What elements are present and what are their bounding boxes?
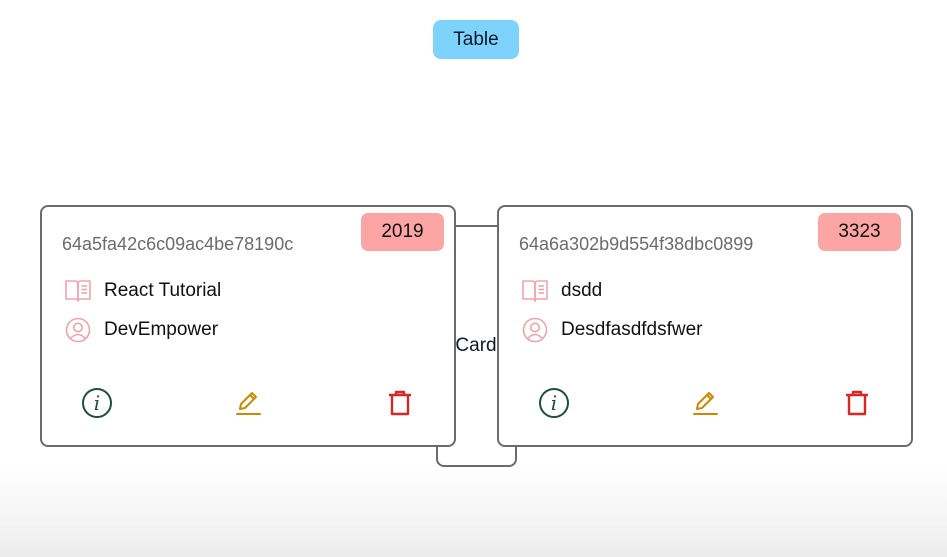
table-view-button[interactable]: Table bbox=[433, 20, 519, 59]
book-card: 3323 64a6a302b9d554f38dbc0899 dsdd Desdf… bbox=[497, 205, 913, 447]
publish-year-badge: 2019 bbox=[361, 213, 444, 251]
book-author: DevEmpower bbox=[104, 319, 219, 340]
book-author-row: Desdfasdfdsfwer bbox=[521, 316, 703, 344]
book-title-row: dsdd bbox=[521, 277, 602, 305]
book-title: dsdd bbox=[561, 280, 603, 301]
trash-icon[interactable] bbox=[382, 385, 418, 421]
info-circle-icon[interactable]: i bbox=[79, 385, 115, 421]
card-actions: i bbox=[42, 385, 454, 421]
svg-text:i: i bbox=[94, 391, 100, 415]
info-circle-icon[interactable]: i bbox=[536, 385, 572, 421]
book-title: React Tutorial bbox=[104, 280, 222, 301]
book-title-row: React Tutorial bbox=[64, 277, 221, 305]
publish-year-badge: 3323 bbox=[818, 213, 901, 251]
pencil-icon[interactable] bbox=[687, 385, 723, 421]
book-id: 64a6a302b9d554f38dbc0899 bbox=[519, 234, 754, 254]
trash-icon[interactable] bbox=[839, 385, 875, 421]
book-author-row: DevEmpower bbox=[64, 316, 218, 344]
pencil-icon[interactable] bbox=[230, 385, 266, 421]
book-open-icon bbox=[64, 277, 92, 305]
user-circle-icon bbox=[64, 316, 92, 344]
book-card: 2019 64a5fa42c6c09ac4be78190c React Tuto… bbox=[40, 205, 456, 447]
book-id: 64a5fa42c6c09ac4be78190c bbox=[62, 234, 294, 254]
book-open-icon bbox=[521, 277, 549, 305]
book-author: Desdfasdfdsfwer bbox=[561, 319, 703, 340]
card-actions: i bbox=[499, 385, 911, 421]
user-circle-icon bbox=[521, 316, 549, 344]
view-toggle: Table Card bbox=[0, 20, 947, 467]
svg-text:i: i bbox=[551, 391, 557, 415]
